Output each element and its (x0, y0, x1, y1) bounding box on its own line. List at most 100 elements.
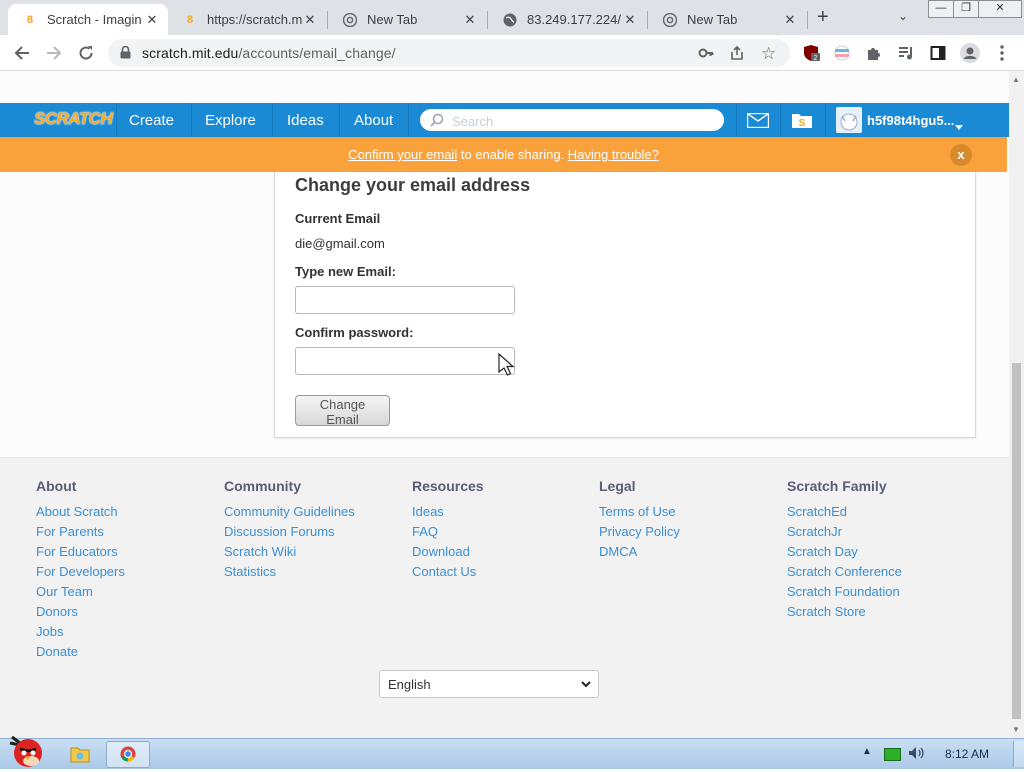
minimize-window-icon[interactable]: — (928, 0, 954, 18)
footer-link[interactable]: Scratch Conference (787, 562, 902, 582)
browser-menu-icon[interactable] (992, 43, 1012, 63)
footer-link[interactable]: Scratch Wiki (224, 542, 355, 562)
nav-ideas[interactable]: Ideas (287, 112, 324, 129)
scroll-up-arrow-icon[interactable]: ▲ (1012, 75, 1020, 84)
nav-create[interactable]: Create (129, 112, 174, 129)
footer-column-scratch-family: Scratch Family ScratchEd ScratchJr Scrat… (787, 478, 902, 622)
forward-arrow-icon[interactable] (44, 43, 64, 63)
footer-link[interactable]: Scratch Foundation (787, 582, 902, 602)
show-desktop-button[interactable] (1013, 741, 1024, 767)
key-icon[interactable] (698, 45, 714, 64)
close-tab-icon[interactable]: ✕ (782, 12, 798, 28)
user-menu-caret-icon[interactable] (955, 118, 963, 133)
browser-tab-new-tab[interactable]: New Tab ✕ (328, 4, 486, 35)
change-email-button[interactable]: Change Email (295, 395, 390, 427)
side-panel-icon[interactable] (928, 43, 948, 63)
footer-link[interactable]: DMCA (599, 542, 680, 562)
scratch-navbar: SCRATCH Create Explore Ideas About S h5f… (0, 103, 1009, 137)
start-button-bird-icon[interactable] (6, 731, 48, 772)
footer-link[interactable]: Scratch Store (787, 602, 902, 622)
new-email-field[interactable] (295, 286, 515, 314)
tab-title: New Tab (687, 12, 738, 27)
footer-link[interactable]: Scratch Day (787, 542, 902, 562)
new-tab-plus-icon[interactable]: + (817, 6, 829, 29)
os-taskbar: ▲ 8:12 AM (0, 735, 1024, 769)
browser-tab-ip[interactable]: 83.249.177.224/ ✕ (488, 4, 646, 35)
back-arrow-icon[interactable] (12, 43, 32, 63)
ublock-extension-icon[interactable]: 2 (802, 43, 822, 63)
browser-tab-scratch-active[interactable]: 8 Scratch - Imagin ✕ (8, 4, 168, 35)
scroll-down-arrow-icon[interactable]: ▼ (1012, 725, 1020, 734)
flag-extension-icon[interactable] (832, 43, 852, 63)
language-select[interactable]: English (379, 670, 599, 698)
current-email-label: Current Email (295, 211, 381, 226)
restore-window-icon[interactable]: ❐ (953, 0, 979, 18)
footer-link[interactable]: FAQ (412, 522, 484, 542)
footer-link[interactable]: Contact Us (412, 562, 484, 582)
banner-close-button[interactable]: x (950, 144, 972, 166)
page-scrollbar[interactable]: ▲ ▼ (1009, 71, 1024, 738)
footer-link[interactable]: Donate (36, 642, 125, 662)
nav-explore[interactable]: Explore (205, 112, 256, 129)
footer-link[interactable]: Download (412, 542, 484, 562)
email-confirm-banner: Confirm your email to enable sharing. Ha… (0, 137, 1007, 172)
browser-tab-new-tab-2[interactable]: New Tab ✕ (648, 4, 806, 35)
footer-link[interactable]: For Parents (36, 522, 125, 542)
media-control-icon[interactable] (896, 43, 916, 63)
user-avatar[interactable] (836, 107, 862, 133)
footer-link[interactable]: Community Guidelines (224, 502, 355, 522)
tab-search-chevron-icon[interactable]: ⌄ (898, 9, 908, 23)
system-clock[interactable]: 8:12 AM (945, 747, 989, 761)
bookmark-star-icon[interactable]: ☆ (761, 44, 776, 64)
footer-link[interactable]: Discussion Forums (224, 522, 355, 542)
footer-link[interactable]: Jobs (36, 622, 125, 642)
taskbar-chrome-button[interactable] (106, 741, 150, 768)
svg-text:2: 2 (814, 55, 818, 62)
address-bar[interactable]: scratch.mit.edu/accounts/email_change/ ☆ (108, 39, 790, 67)
footer-column-resources: Resources Ideas FAQ Download Contact Us (412, 478, 484, 582)
footer-link[interactable]: ScratchEd (787, 502, 902, 522)
close-tab-icon[interactable]: ✕ (622, 12, 638, 28)
file-explorer-icon[interactable] (70, 745, 90, 766)
share-icon[interactable] (729, 45, 745, 64)
messages-envelope-icon[interactable] (746, 112, 770, 131)
confirm-password-label: Confirm password: (295, 325, 414, 340)
search-icon (430, 113, 444, 130)
footer-link[interactable]: Our Team (36, 582, 125, 602)
footer-heading: Community (224, 478, 301, 494)
close-tab-icon[interactable]: ✕ (462, 12, 478, 28)
close-tab-icon[interactable]: ✕ (302, 12, 318, 28)
scrollbar-thumb[interactable] (1012, 363, 1021, 719)
footer-link[interactable]: Terms of Use (599, 502, 680, 522)
footer-heading: About (36, 478, 77, 494)
username-label[interactable]: h5f98t4hgu5... (867, 113, 954, 128)
footer-link[interactable]: Statistics (224, 562, 355, 582)
footer-link[interactable]: Privacy Policy (599, 522, 680, 542)
volume-icon[interactable] (908, 746, 924, 763)
confirm-email-link[interactable]: Confirm your email (348, 147, 457, 162)
extensions-puzzle-icon[interactable] (864, 43, 884, 63)
close-window-icon[interactable]: ✕ (978, 0, 1022, 18)
reload-icon[interactable] (76, 43, 96, 63)
footer-link[interactable]: For Developers (36, 562, 125, 582)
profile-avatar-icon[interactable] (960, 43, 980, 63)
footer-link[interactable]: ScratchJr (787, 522, 902, 542)
search-input[interactable] (450, 111, 714, 131)
footer-link[interactable]: Donors (36, 602, 125, 622)
web-page: SCRATCH Create Explore Ideas About S h5f… (0, 71, 1009, 738)
scratch-logo[interactable]: SCRATCH (34, 109, 113, 131)
close-tab-icon[interactable]: ✕ (144, 12, 160, 28)
network-icon[interactable] (884, 748, 901, 761)
search-box[interactable] (420, 109, 724, 131)
browser-tab-scratch-2[interactable]: 8 https://scratch.m ✕ (168, 4, 326, 35)
tab-title: 83.249.177.224/ (527, 12, 621, 27)
nav-about[interactable]: About (354, 112, 393, 129)
footer-link[interactable]: Ideas (412, 502, 484, 522)
my-stuff-folder-icon[interactable]: S (791, 111, 813, 132)
footer-link[interactable]: For Educators (36, 542, 125, 562)
lock-icon[interactable] (120, 45, 131, 62)
footer-link[interactable]: About Scratch (36, 502, 125, 522)
tray-expand-icon[interactable]: ▲ (862, 746, 872, 757)
having-trouble-link[interactable]: Having trouble? (568, 147, 659, 162)
password-field[interactable] (295, 347, 515, 375)
